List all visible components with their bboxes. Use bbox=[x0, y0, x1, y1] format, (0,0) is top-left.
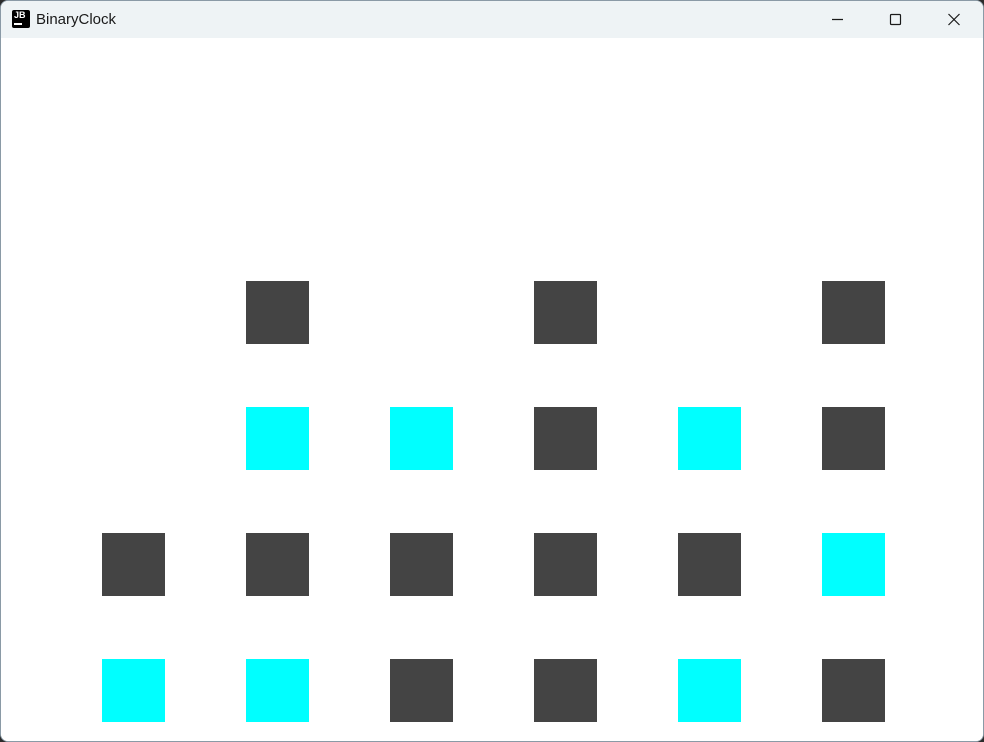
close-icon bbox=[948, 13, 960, 26]
led-col3-row2-on bbox=[390, 407, 453, 470]
led-col6-row2-off bbox=[822, 407, 885, 470]
title-bar[interactable]: JB BinaryClock bbox=[1, 1, 983, 38]
maximize-button[interactable] bbox=[866, 1, 924, 38]
led-col3-row3-off bbox=[390, 533, 453, 596]
led-col4-row1-off bbox=[534, 281, 597, 344]
minimize-button[interactable] bbox=[808, 1, 866, 38]
led-col2-row4-on bbox=[246, 659, 309, 722]
led-col1-row3-off bbox=[102, 533, 165, 596]
app-icon-bar bbox=[14, 23, 22, 25]
led-col5-row4-on bbox=[678, 659, 741, 722]
led-col6-row1-off bbox=[822, 281, 885, 344]
led-col6-row4-off bbox=[822, 659, 885, 722]
app-icon-text: JB bbox=[14, 10, 26, 20]
led-col2-row2-on bbox=[246, 407, 309, 470]
app-window: JB BinaryClock bbox=[0, 0, 984, 742]
led-col4-row2-off bbox=[534, 407, 597, 470]
binary-clock-canvas bbox=[1, 38, 983, 741]
jetbrains-app-icon: JB bbox=[12, 10, 30, 28]
minimize-icon bbox=[832, 18, 843, 21]
maximize-icon bbox=[889, 13, 902, 26]
led-col3-row4-off bbox=[390, 659, 453, 722]
led-col6-row3-on bbox=[822, 533, 885, 596]
window-title: BinaryClock bbox=[36, 11, 117, 28]
led-col5-row2-on bbox=[678, 407, 741, 470]
led-col4-row3-off bbox=[534, 533, 597, 596]
led-col2-row1-off bbox=[246, 281, 309, 344]
led-col4-row4-off bbox=[534, 659, 597, 722]
led-col1-row4-on bbox=[102, 659, 165, 722]
close-button[interactable] bbox=[925, 1, 983, 38]
led-col5-row3-off bbox=[678, 533, 741, 596]
led-col2-row3-off bbox=[246, 533, 309, 596]
